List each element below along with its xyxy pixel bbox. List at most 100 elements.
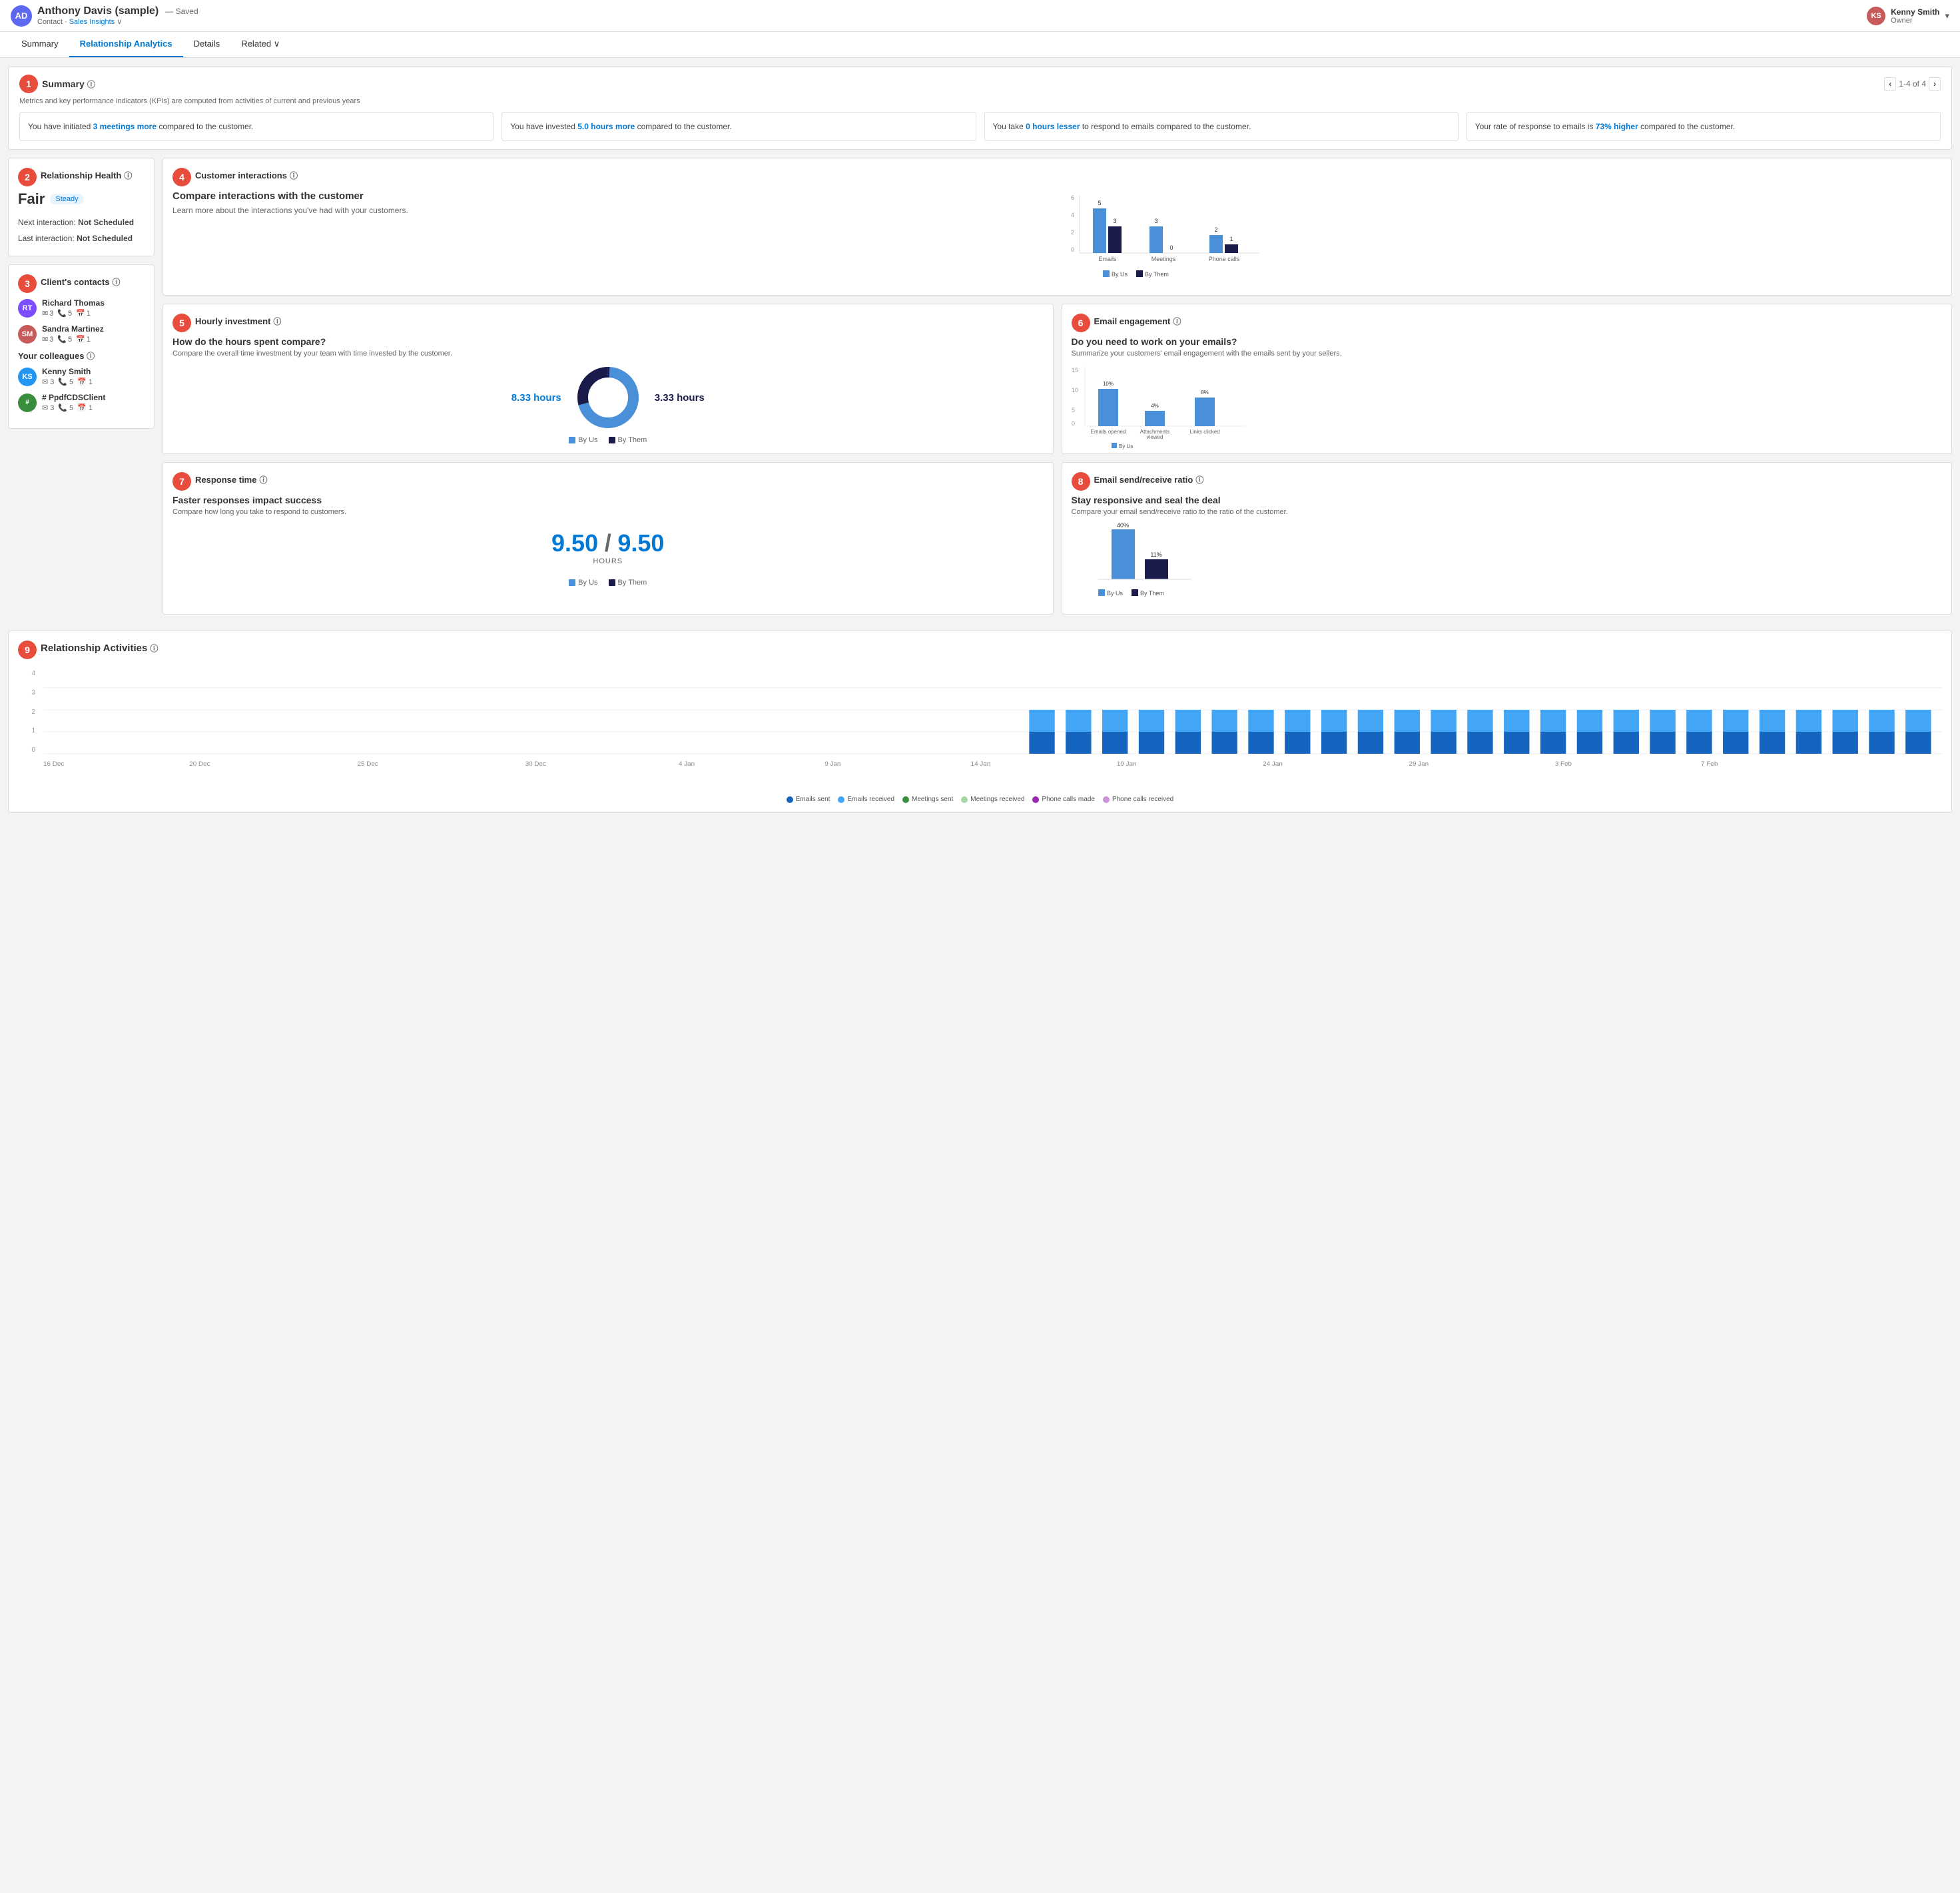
charts-grid-2: 7 Response time ⓘ Faster responses impac… xyxy=(163,462,1952,615)
send-recv-heading: Stay responsive and seal the deal xyxy=(1072,495,1943,505)
donut-chart xyxy=(575,364,641,431)
legend-calls-made-label: Phone calls made xyxy=(1042,796,1095,803)
client-contact-1: SM Sandra Martinez ✉ 3 📞 5 📅 1 xyxy=(18,324,145,344)
bar-emails-us xyxy=(1093,208,1106,253)
svg-text:24 Jan: 24 Jan xyxy=(1263,760,1283,767)
response-values: 9.50 / 9.50 HOURS xyxy=(172,529,1044,565)
clients-contacts-card: 3 Client's contacts ⓘ RT Richard Thomas … xyxy=(8,264,155,429)
client-info-0: Richard Thomas ✉ 3 📞 5 📅 1 xyxy=(42,298,105,318)
colleagues-info-icon[interactable]: ⓘ xyxy=(87,352,95,361)
response-us: 9.50 xyxy=(551,529,598,557)
health-value: Fair Steady xyxy=(18,190,145,208)
hourly-info-icon[interactable]: ⓘ xyxy=(273,316,281,327)
main-content: 1 Summary ⓘ ‹ 1-4 of 4 › Metrics and key… xyxy=(0,58,1960,829)
client-name-0: Richard Thomas xyxy=(42,298,105,308)
summary-header: 1 Summary ⓘ ‹ 1-4 of 4 › xyxy=(19,75,1941,93)
email-icon: ✉ xyxy=(42,335,48,344)
svg-text:11%: 11% xyxy=(1150,551,1161,558)
svg-text:Phone calls: Phone calls xyxy=(1208,256,1239,262)
colleague-avatar-0: KS xyxy=(18,368,37,386)
response-separator: / xyxy=(605,529,611,557)
summary-card-3: Your rate of response to emails is 73% h… xyxy=(1467,112,1941,141)
tab-relationship-analytics[interactable]: Relationship Analytics xyxy=(69,32,183,57)
next-page-button[interactable]: › xyxy=(1929,77,1941,91)
colleague-1: # # PpdfCDSClient ✉ 3 📞 5 📅 1 xyxy=(18,393,145,412)
app-link[interactable]: Sales Insights xyxy=(69,18,115,26)
send-recv-info-icon[interactable]: ⓘ xyxy=(1195,474,1203,485)
client-avatar-1: SM xyxy=(18,325,37,344)
svg-text:3: 3 xyxy=(1154,218,1157,224)
colleague-avatar-1: # xyxy=(18,394,37,412)
svg-text:By Them: By Them xyxy=(1140,590,1164,597)
svg-text:2: 2 xyxy=(1214,226,1217,233)
right-panel: 4 Customer interactions ⓘ Compare intera… xyxy=(163,158,1952,623)
contact-avatar: AD xyxy=(11,5,32,27)
user-name: Kenny Smith xyxy=(1891,7,1939,17)
response-info-icon[interactable]: ⓘ xyxy=(259,474,267,485)
activities-title: Relationship Activities ⓘ xyxy=(41,643,158,654)
left-panel: 2 Relationship Health ⓘ Fair Steady Next… xyxy=(8,158,155,623)
phone-icon: 📞 xyxy=(57,335,67,344)
summary-cards: You have initiated 3 meetings more compa… xyxy=(19,112,1941,141)
colleague-0: KS Kenny Smith ✉ 3 📞 5 📅 1 xyxy=(18,367,145,386)
svg-text:0: 0 xyxy=(1169,244,1173,251)
clients-info-icon[interactable]: ⓘ xyxy=(113,276,121,288)
activities-svg: 16 Dec 20 Dec 25 Dec 30 Dec 4 Jan 9 Jan … xyxy=(43,667,1942,774)
prev-page-button[interactable]: ‹ xyxy=(1884,77,1896,91)
svg-text:Links clicked: Links clicked xyxy=(1189,429,1219,435)
svg-text:15: 15 xyxy=(1072,367,1078,374)
svg-text:19 Jan: 19 Jan xyxy=(1117,760,1137,767)
svg-text:10%: 10% xyxy=(1102,381,1113,387)
tab-related[interactable]: Related ∨ xyxy=(230,32,290,57)
svg-text:0: 0 xyxy=(1071,246,1074,253)
svg-text:0: 0 xyxy=(1072,420,1075,427)
response-legend: By Us By Them xyxy=(172,579,1044,587)
colleague-info-0: Kenny Smith ✉ 3 📞 5 📅 1 xyxy=(42,367,93,386)
hourly-investment-card: 5 Hourly investment ⓘ How do the hours s… xyxy=(163,304,1054,454)
legend-meetings-sent-label: Meetings sent xyxy=(912,796,953,803)
response-title: Response time ⓘ xyxy=(195,474,268,485)
step-badge-9: 9 xyxy=(18,641,37,659)
email-eng-info-icon[interactable]: ⓘ xyxy=(1173,316,1181,327)
legend-calls-made-dot xyxy=(1032,796,1039,803)
svg-text:9 Jan: 9 Jan xyxy=(824,760,840,767)
svg-text:1: 1 xyxy=(1229,236,1233,242)
meeting-icon: 📅 xyxy=(76,335,85,344)
send-recv-title: Email send/receive ratio ⓘ xyxy=(1094,474,1204,485)
svg-text:40%: 40% xyxy=(1116,522,1128,529)
email-engagement-chart: 15 10 5 0 10% Emails opened 4% Attachm xyxy=(1072,364,1245,437)
svg-text:5: 5 xyxy=(1072,407,1075,413)
legend-calls-made: Phone calls made xyxy=(1032,796,1095,803)
email-engagement-card: 6 Email engagement ⓘ Do you need to work… xyxy=(1062,304,1953,454)
nav-tabs: Summary Relationship Analytics Details R… xyxy=(0,32,1960,58)
client-name-1: Sandra Martinez xyxy=(42,324,104,334)
interactions-info-icon[interactable]: ⓘ xyxy=(290,170,298,181)
interactions-chart-area: 6 4 2 0 5 xyxy=(1063,190,1943,286)
summary-card-0: You have initiated 3 meetings more compa… xyxy=(19,112,493,141)
svg-text:By Us: By Us xyxy=(1112,271,1128,278)
y-axis: 4 3 2 1 0 xyxy=(18,667,38,754)
hourly-title: Hourly investment ⓘ xyxy=(195,316,281,327)
app-header: AD Anthony Davis (sample) — Saved Contac… xyxy=(0,0,1960,32)
client-icons-0: ✉ 3 📞 5 📅 1 xyxy=(42,309,105,318)
user-info: Kenny Smith Owner xyxy=(1891,7,1939,25)
step-badge-3: 3 xyxy=(18,274,37,293)
health-info-icon[interactable]: ⓘ xyxy=(124,170,132,181)
interactions-title: Customer interactions ⓘ xyxy=(195,170,298,181)
summary-info-icon[interactable]: ⓘ xyxy=(87,79,95,90)
clients-list: RT Richard Thomas ✉ 3 📞 5 📅 1 SM xyxy=(18,298,145,344)
clients-title: Client's contacts ⓘ xyxy=(41,276,121,288)
email-eng-description: Summarize your customers' email engageme… xyxy=(1072,350,1943,358)
response-description: Compare how long you take to respond to … xyxy=(172,508,1044,516)
interactions-heading: Compare interactions with the customer xyxy=(172,190,1052,202)
svg-text:viewed: viewed xyxy=(1146,434,1163,440)
hourly-heading: How do the hours spent compare? xyxy=(172,336,1044,347)
bar-phones-us xyxy=(1209,235,1223,253)
tab-summary[interactable]: Summary xyxy=(11,32,69,57)
header-chevron-icon[interactable]: ▾ xyxy=(1945,11,1949,21)
hours-them: 3.33 hours xyxy=(655,392,705,404)
activities-info-icon[interactable]: ⓘ xyxy=(150,643,158,654)
tab-details[interactable]: Details xyxy=(183,32,231,57)
legend-calls-received: Phone calls received xyxy=(1103,796,1173,803)
svg-text:10: 10 xyxy=(1072,387,1078,394)
